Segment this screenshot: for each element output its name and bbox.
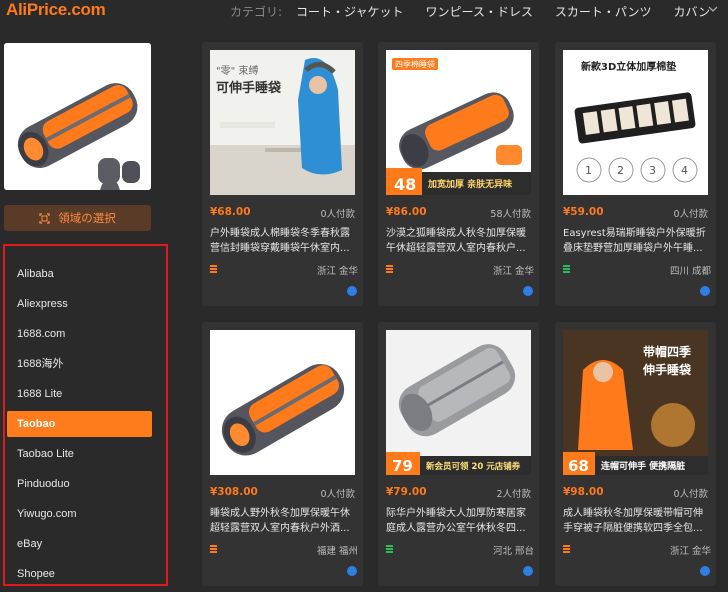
- product-card[interactable]: 四季棉睡袋 48 加宽加厚 亲肤无异味 ¥86.00 58人付款 沙漠之狐睡袋成…: [378, 42, 539, 306]
- product-title[interactable]: 沙漠之狐睡袋成人秋冬加厚保暖午休超轻露营双人室内春秋户...: [386, 226, 534, 256]
- platform-ebay[interactable]: eBay: [7, 531, 152, 557]
- product-card[interactable]: 带帽四季 伸手睡袋 68 连帽可伸手 便携隔脏 ¥98.00 0人付款 成人睡袋…: [555, 322, 716, 586]
- svg-text:新会员可领 20 元店铺券: 新会员可领 20 元店铺券: [426, 461, 521, 472]
- product-image[interactable]: 四季棉睡袋 48 加宽加厚 亲肤无异味: [386, 50, 531, 195]
- product-sold-count: 0人付款: [673, 209, 708, 220]
- product-title[interactable]: 户外睡袋成人棉睡袋冬季春秋露营信封睡袋穿戴睡袋午休室内...: [210, 226, 358, 256]
- svg-text:可伸手睡袋: 可伸手睡袋: [216, 80, 282, 96]
- category-nav: カテゴリ: コート・ジャケット ワンピース・ドレス スカート・パンツ カバン 靴: [230, 0, 728, 22]
- product-price: ¥59.00: [563, 206, 604, 218]
- platform-taobao[interactable]: Taobao: [7, 411, 152, 437]
- product-price: ¥98.00: [563, 486, 604, 498]
- store-icon: [210, 265, 217, 273]
- category-dress[interactable]: ワンピース・ドレス: [425, 3, 532, 20]
- category-coat[interactable]: コート・ジャケット: [296, 3, 403, 20]
- svg-text:79: 79: [392, 457, 413, 475]
- chat-icon[interactable]: [523, 286, 533, 296]
- product-location: 浙江 金华: [669, 546, 711, 557]
- chat-icon[interactable]: [347, 566, 357, 576]
- product-sold-count: 0人付款: [320, 489, 355, 500]
- product-meta: 浙江 金华: [210, 263, 358, 277]
- svg-text:"零" 束缚: "零" 束缚: [216, 64, 258, 77]
- svg-text:48: 48: [394, 175, 416, 194]
- product-price: ¥68.00: [210, 206, 251, 218]
- product-meta: 河北 邢台: [386, 543, 534, 557]
- platform-yiwugo[interactable]: Yiwugo.com: [7, 501, 152, 527]
- platform-alibaba[interactable]: Alibaba: [7, 261, 152, 287]
- platform-list: Alibaba Aliexpress 1688.com 1688海外 1688 …: [3, 244, 168, 586]
- platform-1688-overseas[interactable]: 1688海外: [7, 351, 152, 377]
- product-image[interactable]: 带帽四季 伸手睡袋 68 连帽可伸手 便携隔脏: [563, 330, 708, 475]
- product-location: 四川 成都: [669, 266, 711, 277]
- product-meta: 浙江 金华: [386, 263, 534, 277]
- chevron-down-icon[interactable]: [707, 3, 719, 15]
- product-price: ¥86.00: [386, 206, 427, 218]
- store-icon: [563, 545, 570, 553]
- chat-icon[interactable]: [700, 286, 710, 296]
- product-sold-count: 0人付款: [673, 489, 708, 500]
- product-image[interactable]: 79 新会员可领 20 元店铺券: [386, 330, 531, 475]
- product-sold-count: 0人付款: [320, 209, 355, 220]
- product-card[interactable]: 新款3D立体加厚棉垫 1 2 3 4 ¥59.00 0人付款 Easyrest易…: [555, 42, 716, 306]
- product-card[interactable]: ¥308.00 0人付款 睡袋成人野外秋冬加厚保暖午休超轻露营双人室内春秋户外酒…: [202, 322, 363, 586]
- product-location: 浙江 金华: [316, 266, 358, 277]
- product-sold-count: 2人付款: [496, 489, 531, 500]
- product-image[interactable]: "零" 束缚 可伸手睡袋: [210, 50, 355, 195]
- product-meta: 浙江 金华: [563, 543, 711, 557]
- category-label: カテゴリ:: [230, 4, 283, 19]
- svg-text:连帽可伸手 便携隔脏: 连帽可伸手 便携隔脏: [601, 460, 685, 472]
- platform-aliexpress[interactable]: Aliexpress: [7, 291, 152, 317]
- sleeping-bag-image: [4, 43, 151, 190]
- product-location: 河北 邢台: [492, 546, 534, 557]
- product-location: 福建 福州: [316, 546, 358, 557]
- product-title[interactable]: 际华户外睡袋大人加厚防寒居家庭成人露营办公室午休秋冬四...: [386, 506, 534, 536]
- svg-text:3: 3: [649, 164, 656, 177]
- platform-taobao-lite[interactable]: Taobao Lite: [7, 441, 152, 467]
- product-title[interactable]: 成人睡袋秋冬加厚保暖带帽可伸手穿被子隔脏便携软四季全包...: [563, 506, 711, 536]
- svg-text:伸手睡袋: 伸手睡袋: [642, 362, 692, 377]
- region-select-button[interactable]: 領域の選択: [4, 205, 151, 231]
- store-icon: [210, 545, 217, 553]
- product-card[interactable]: 79 新会员可领 20 元店铺券 ¥79.00 2人付款 际华户外睡袋大人加厚防…: [378, 322, 539, 586]
- product-price: ¥79.00: [386, 486, 427, 498]
- store-icon: [386, 545, 393, 553]
- chat-icon[interactable]: [347, 286, 357, 296]
- svg-text:4: 4: [681, 164, 688, 177]
- svg-text:带帽四季: 带帽四季: [643, 344, 692, 359]
- product-card[interactable]: "零" 束缚 可伸手睡袋 ¥68.00 0人付款 户外睡袋成人棉睡袋冬季春秋露营…: [202, 42, 363, 306]
- product-image[interactable]: 新款3D立体加厚棉垫 1 2 3 4: [563, 50, 708, 195]
- chat-icon[interactable]: [700, 566, 710, 576]
- product-price: ¥308.00: [210, 486, 258, 498]
- store-icon: [386, 265, 393, 273]
- crop-icon: [39, 212, 50, 224]
- svg-text:2: 2: [617, 164, 624, 177]
- search-image-preview: [4, 43, 151, 190]
- product-meta: 福建 福州: [210, 543, 358, 557]
- product-location: 浙江 金华: [492, 266, 534, 277]
- svg-text:加宽加厚 亲肤无异味: 加宽加厚 亲肤无异味: [427, 178, 512, 190]
- region-select-label: 領域の選択: [58, 211, 116, 225]
- product-image[interactable]: [210, 330, 355, 475]
- svg-text:新款3D立体加厚棉垫: 新款3D立体加厚棉垫: [581, 60, 676, 73]
- category-bag[interactable]: カバン: [673, 3, 710, 20]
- svg-text:1: 1: [585, 164, 592, 177]
- platform-pinduoduo[interactable]: Pinduoduo: [7, 471, 152, 497]
- svg-text:68: 68: [568, 457, 589, 475]
- aliprice-logo[interactable]: AliPrice.com: [6, 0, 106, 22]
- product-sold-count: 58人付款: [490, 209, 531, 220]
- svg-text:四季棉睡袋: 四季棉睡袋: [395, 59, 435, 69]
- store-icon: [563, 265, 570, 273]
- platform-shopee[interactable]: Shopee: [7, 561, 152, 587]
- product-meta: 四川 成都: [563, 263, 711, 277]
- product-title[interactable]: 睡袋成人野外秋冬加厚保暖午休超轻露营双人室内春秋户外酒...: [210, 506, 358, 536]
- chat-icon[interactable]: [523, 566, 533, 576]
- platform-1688-lite[interactable]: 1688 Lite: [7, 381, 152, 407]
- product-title[interactable]: Easyrest易瑞斯睡袋户外保暖折叠床垫野营加厚睡袋户外午睡...: [563, 226, 711, 256]
- platform-1688[interactable]: 1688.com: [7, 321, 152, 347]
- category-skirt[interactable]: スカート・パンツ: [555, 3, 652, 20]
